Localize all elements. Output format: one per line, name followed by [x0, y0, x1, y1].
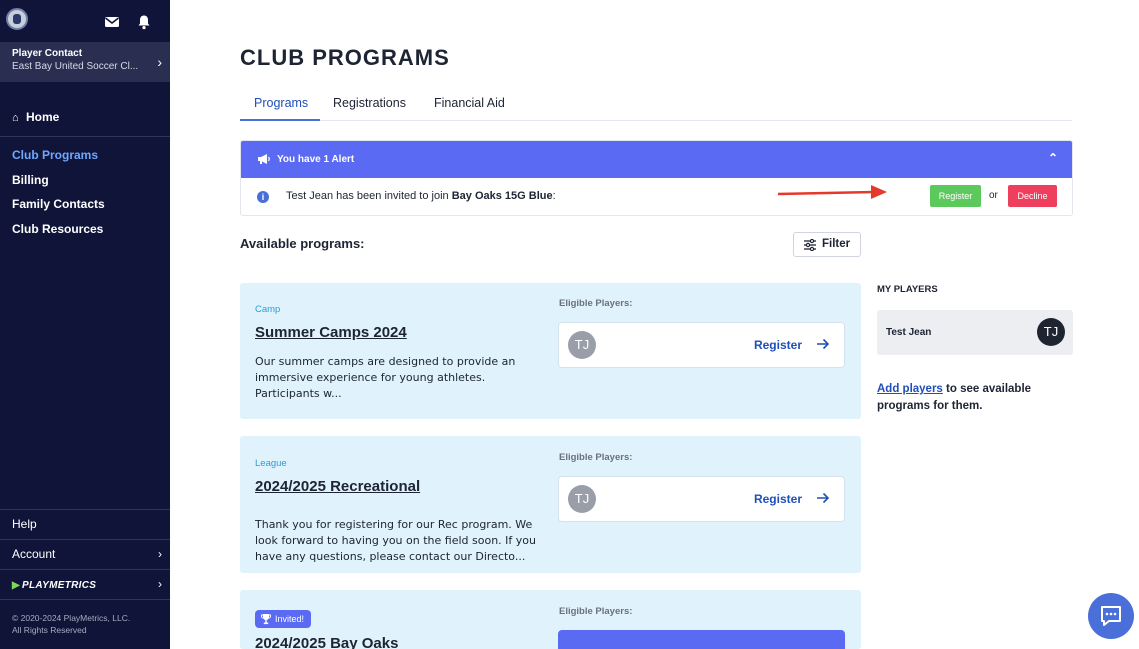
divider — [0, 569, 170, 570]
eligible-player-register[interactable] — [558, 630, 845, 649]
eligible-players-label: Eligible Players: — [559, 606, 633, 617]
program-card: Invited! 2024/2025 Bay Oaks Eligible Pla… — [240, 590, 861, 649]
or-separator: or — [989, 190, 998, 201]
sidebar-item-help[interactable]: Help — [12, 517, 162, 531]
chevron-right-icon: › — [158, 547, 162, 561]
sidebar-item-home[interactable]: ⌂ Home — [12, 110, 59, 124]
page-title: CLUB PROGRAMS — [240, 45, 450, 70]
playmetrics-logo-icon: ▶ — [12, 580, 20, 591]
program-category: League — [255, 458, 287, 469]
program-card: Camp Summer Camps 2024 Our summer camps … — [240, 283, 861, 419]
program-title-link[interactable]: 2024/2025 Recreational — [255, 478, 420, 495]
sidebar-item-label: Account — [12, 547, 56, 561]
invited-badge-label: Invited! — [275, 614, 305, 624]
info-icon: i — [257, 191, 269, 203]
eligible-player-register[interactable]: TJ Register — [558, 476, 845, 522]
chat-button[interactable] — [1088, 593, 1134, 639]
contact-club: East Bay United Soccer Cl... — [12, 61, 139, 72]
invited-badge: Invited! — [255, 610, 312, 628]
mail-icon[interactable] — [104, 14, 120, 30]
megaphone-icon — [258, 154, 270, 164]
copyright-line: All Rights Reserved — [12, 625, 87, 635]
avatar: TJ — [568, 331, 596, 359]
tab-financial-aid[interactable]: Financial Aid — [434, 96, 505, 110]
program-title-link[interactable]: Summer Camps 2024 — [255, 324, 407, 341]
alert-count-text: You have 1 Alert — [277, 154, 355, 165]
sidebar: Player Contact East Bay United Soccer Cl… — [0, 0, 170, 649]
player-name: Test Jean — [886, 327, 932, 338]
avatar: TJ — [1037, 318, 1065, 346]
copyright: © 2020-2024 PlayMetrics, LLC. All Rights… — [12, 612, 130, 636]
sidebar-nav: Club Programs Billing Family Contacts Cl… — [12, 148, 105, 246]
alert-message: Test Jean has been invited to join Bay O… — [286, 190, 556, 202]
sidebar-item-label: Home — [26, 110, 60, 124]
home-icon: ⌂ — [12, 112, 19, 124]
player-contact-switcher[interactable]: Player Contact East Bay United Soccer Cl… — [0, 42, 170, 82]
active-tab-indicator — [240, 119, 320, 121]
alert-panel: You have 1 Alert ⌃ i Test Jean has been … — [240, 140, 1073, 216]
chevron-up-icon[interactable]: ⌃ — [1048, 151, 1058, 165]
filter-label: Filter — [822, 238, 851, 250]
playmetrics-brand-menu[interactable]: ▶ PLAYMETRICS › — [12, 577, 162, 591]
avatar: TJ — [568, 485, 596, 513]
eligible-players-label: Eligible Players: — [559, 298, 633, 309]
copyright-line: © 2020-2024 PlayMetrics, LLC. — [12, 613, 131, 623]
sidebar-item-account[interactable]: Account › — [12, 547, 162, 561]
program-description: Our summer camps are designed to provide… — [255, 355, 516, 400]
available-programs-heading: Available programs: — [240, 236, 365, 251]
tab-registrations[interactable]: Registrations — [333, 96, 406, 110]
arrow-right-icon — [817, 338, 830, 350]
contact-role: Player Contact — [12, 48, 83, 59]
chevron-right-icon: › — [158, 577, 162, 591]
alert-message-suffix: : — [552, 190, 556, 202]
sidebar-item-family-contacts[interactable]: Family Contacts — [12, 197, 105, 222]
divider — [0, 136, 170, 137]
sidebar-item-club-programs[interactable]: Club Programs — [12, 148, 105, 173]
register-label: Register — [753, 492, 802, 506]
program-card: League 2024/2025 Recreational Thank you … — [240, 436, 861, 573]
tab-bar: Programs Registrations Financial Aid — [240, 92, 1072, 121]
sidebar-item-billing[interactable]: Billing — [12, 173, 105, 198]
annotation-arrow-icon — [777, 185, 887, 199]
alert-item: i Test Jean has been invited to join Bay… — [241, 178, 1072, 215]
my-players-heading: MY PLAYERS — [877, 284, 938, 295]
brand-name: PLAYMETRICS — [22, 580, 97, 591]
trophy-icon — [261, 614, 271, 625]
bell-icon[interactable] — [136, 14, 152, 30]
tab-programs[interactable]: Programs — [254, 96, 308, 110]
brand-logo: ▶ PLAYMETRICS — [12, 580, 96, 591]
program-category: Camp — [255, 304, 281, 315]
program-title-link[interactable]: 2024/2025 Bay Oaks — [255, 635, 398, 649]
sidebar-item-club-resources[interactable]: Club Resources — [12, 222, 105, 247]
add-players-hint: Add players to see available programs fo… — [877, 381, 1067, 415]
chevron-right-icon: › — [157, 54, 162, 70]
my-player-row[interactable]: Test Jean TJ — [877, 310, 1073, 355]
add-players-link[interactable]: Add players — [877, 383, 943, 395]
filter-button[interactable]: Filter — [793, 232, 861, 257]
register-label: Register — [753, 338, 802, 352]
decline-invite-button[interactable]: Decline — [1008, 185, 1057, 207]
org-logo-icon[interactable] — [6, 8, 28, 30]
divider — [0, 509, 170, 510]
accept-invite-register-button[interactable]: Register — [930, 185, 981, 207]
sidebar-header — [0, 0, 170, 42]
eligible-players-label: Eligible Players: — [559, 452, 633, 463]
filter-icon — [804, 239, 816, 251]
chat-icon — [1101, 606, 1121, 626]
eligible-player-register[interactable]: TJ Register — [558, 322, 845, 368]
arrow-right-icon — [817, 492, 830, 504]
program-description: Thank you for registering for our Rec pr… — [255, 518, 536, 563]
app-root: Player Contact East Bay United Soccer Cl… — [0, 0, 1139, 649]
alert-team-name: Bay Oaks 15G Blue — [451, 190, 553, 202]
divider — [0, 599, 170, 600]
alert-message-prefix: Test Jean has been invited to join — [286, 190, 452, 202]
divider — [0, 539, 170, 540]
alert-header[interactable]: You have 1 Alert ⌃ — [241, 141, 1072, 178]
